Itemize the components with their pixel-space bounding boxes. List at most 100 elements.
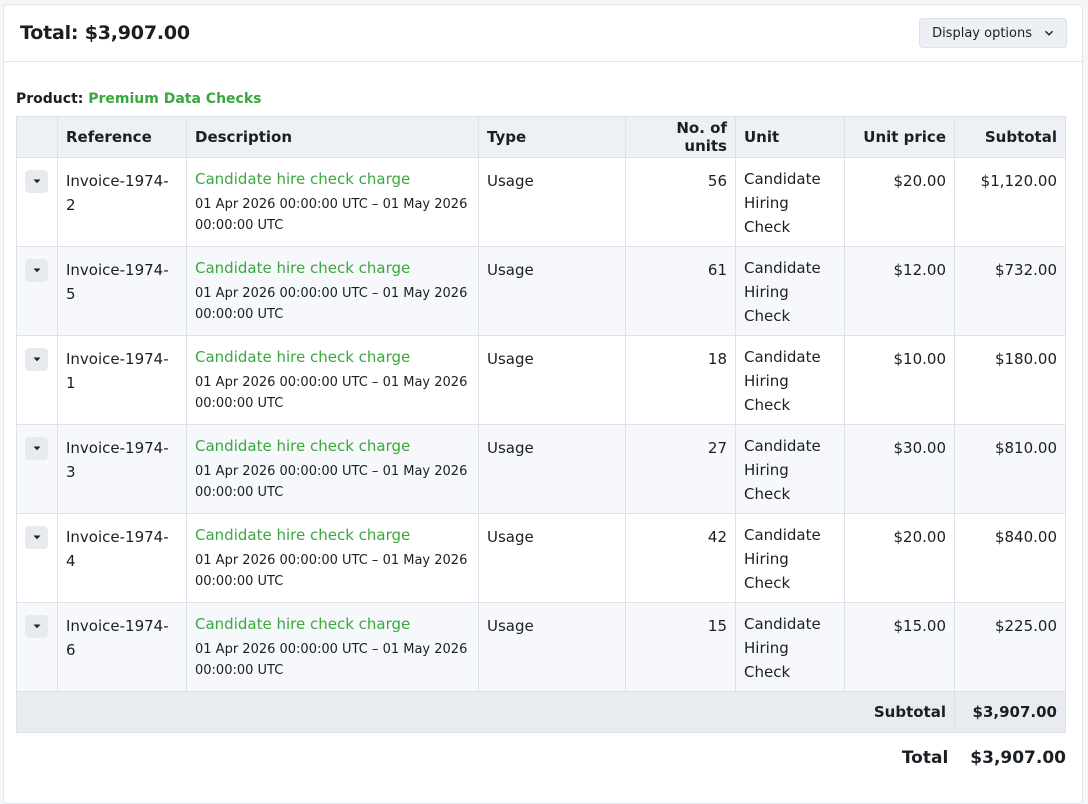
card-header: Total: $3,907.00 Display options <box>4 5 1082 62</box>
description-link[interactable]: Candidate hire check charge <box>195 614 470 634</box>
description-cell: Candidate hire check charge 01 Apr 2026 0… <box>186 335 479 425</box>
table-row: Invoice-1974-6 Candidate hire check char… <box>16 602 1066 692</box>
type-cell: Usage <box>478 513 626 603</box>
units-cell: 15 <box>625 602 736 692</box>
billing-period: 01 Apr 2026 00:00:00 UTC – 01 May 2026 0… <box>195 642 468 678</box>
unit-cell: Candidate Hiring Check <box>735 246 845 336</box>
units-cell: 56 <box>625 157 736 247</box>
units-cell: 42 <box>625 513 736 603</box>
subtotal-row: Subtotal $3,907.00 <box>16 691 1066 733</box>
table-row: Invoice-1974-2 Candidate hire check char… <box>16 157 1066 247</box>
description-cell: Candidate hire check charge 01 Apr 2026 0… <box>186 513 479 603</box>
unit-name: Candidate Hiring Check <box>744 259 821 325</box>
billing-period: 01 Apr 2026 00:00:00 UTC – 01 May 2026 0… <box>195 375 468 411</box>
unit-price-cell: $10.00 <box>844 335 955 425</box>
description-link[interactable]: Candidate hire check charge <box>195 169 470 189</box>
unit-name: Candidate Hiring Check <box>744 437 821 503</box>
type-cell: Usage <box>478 424 626 514</box>
unit-cell: Candidate Hiring Check <box>735 513 845 603</box>
caret-down-icon <box>33 446 40 451</box>
expand-cell <box>16 602 58 692</box>
description-link[interactable]: Candidate hire check charge <box>195 525 470 545</box>
unit-cell: Candidate Hiring Check <box>735 602 845 692</box>
reference-cell: Invoice-1974-3 <box>57 424 187 514</box>
column-header-unit-price[interactable]: Unit price <box>844 116 955 158</box>
description-cell: Candidate hire check charge 01 Apr 2026 0… <box>186 602 479 692</box>
unit-name: Candidate Hiring Check <box>744 170 821 236</box>
expand-row-button[interactable] <box>25 526 48 549</box>
grand-total: Total $3,907.00 <box>902 748 1066 768</box>
description-cell: Candidate hire check charge 01 Apr 2026 0… <box>186 424 479 514</box>
reference-cell: Invoice-1974-2 <box>57 157 187 247</box>
column-header-reference[interactable]: Reference <box>57 116 187 158</box>
expand-cell <box>16 246 58 336</box>
type-cell: Usage <box>478 246 626 336</box>
display-options-button[interactable]: Display options <box>919 18 1067 48</box>
unit-cell: Candidate Hiring Check <box>735 424 845 514</box>
expand-row-button[interactable] <box>25 615 48 638</box>
units-cell: 27 <box>625 424 736 514</box>
caret-down-icon <box>33 268 40 273</box>
type-cell: Usage <box>478 157 626 247</box>
unit-price-cell: $15.00 <box>844 602 955 692</box>
expand-row-button[interactable] <box>25 437 48 460</box>
expand-cell <box>16 513 58 603</box>
expand-row-button[interactable] <box>25 170 48 193</box>
product-name: Premium Data Checks <box>88 91 262 107</box>
table-row: Invoice-1974-3 Candidate hire check char… <box>16 424 1066 514</box>
unit-cell: Candidate Hiring Check <box>735 335 845 425</box>
table-header-row: Reference Description Type No. of units … <box>16 116 1066 158</box>
expand-row-button[interactable] <box>25 348 48 371</box>
expand-cell <box>16 335 58 425</box>
reference-cell: Invoice-1974-5 <box>57 246 187 336</box>
table-row: Invoice-1974-4 Candidate hire check char… <box>16 513 1066 603</box>
caret-down-icon <box>33 535 40 540</box>
subtotal-cell: $732.00 <box>954 246 1066 336</box>
table-row: Invoice-1974-1 Candidate hire check char… <box>16 335 1066 425</box>
display-options-label: Display options <box>932 25 1032 41</box>
subtotal-cell: $840.00 <box>954 513 1066 603</box>
description-cell: Candidate hire check charge 01 Apr 2026 0… <box>186 157 479 247</box>
column-header-type[interactable]: Type <box>478 116 626 158</box>
type-cell: Usage <box>478 602 626 692</box>
subtotal-cell: $1,120.00 <box>954 157 1066 247</box>
unit-price-cell: $20.00 <box>844 513 955 603</box>
unit-name: Candidate Hiring Check <box>744 526 821 592</box>
unit-cell: Candidate Hiring Check <box>735 157 845 247</box>
billing-period: 01 Apr 2026 00:00:00 UTC – 01 May 2026 0… <box>195 286 468 322</box>
units-cell: 18 <box>625 335 736 425</box>
description-link[interactable]: Candidate hire check charge <box>195 436 470 456</box>
grand-total-value: $3,907.00 <box>970 748 1066 768</box>
unit-name: Candidate Hiring Check <box>744 615 821 681</box>
subtotal-cell: $225.00 <box>954 602 1066 692</box>
grand-total-label: Total <box>901 748 949 768</box>
line-items-table: Reference Description Type No. of units … <box>16 116 1066 733</box>
description-cell: Candidate hire check charge 01 Apr 2026 0… <box>186 246 479 336</box>
reference-cell: Invoice-1974-4 <box>57 513 187 603</box>
caret-down-icon <box>33 179 40 184</box>
expand-row-button[interactable] <box>25 259 48 282</box>
column-header-unit[interactable]: Unit <box>735 116 845 158</box>
column-header-units[interactable]: No. of units <box>625 116 736 158</box>
reference-cell: Invoice-1974-6 <box>57 602 187 692</box>
billing-period: 01 Apr 2026 00:00:00 UTC – 01 May 2026 0… <box>195 553 468 589</box>
product-line: Product: Premium Data Checks <box>16 91 262 107</box>
unit-price-cell: $30.00 <box>844 424 955 514</box>
caret-down-icon <box>33 357 40 362</box>
unit-name: Candidate Hiring Check <box>744 348 821 414</box>
subtotal-cell: $180.00 <box>954 335 1066 425</box>
column-header-expand <box>16 116 58 158</box>
subtotal-cell: $810.00 <box>954 424 1066 514</box>
expand-cell <box>16 424 58 514</box>
column-header-subtotal[interactable]: Subtotal <box>954 116 1066 158</box>
subtotal-value: $3,907.00 <box>954 691 1066 733</box>
table-row: Invoice-1974-5 Candidate hire check char… <box>16 246 1066 336</box>
reference-cell: Invoice-1974-1 <box>57 335 187 425</box>
chevron-down-icon <box>1045 30 1053 36</box>
product-label: Product: <box>16 91 84 107</box>
column-header-description[interactable]: Description <box>186 116 479 158</box>
unit-price-cell: $12.00 <box>844 246 955 336</box>
description-link[interactable]: Candidate hire check charge <box>195 258 470 278</box>
unit-price-cell: $20.00 <box>844 157 955 247</box>
description-link[interactable]: Candidate hire check charge <box>195 347 470 367</box>
